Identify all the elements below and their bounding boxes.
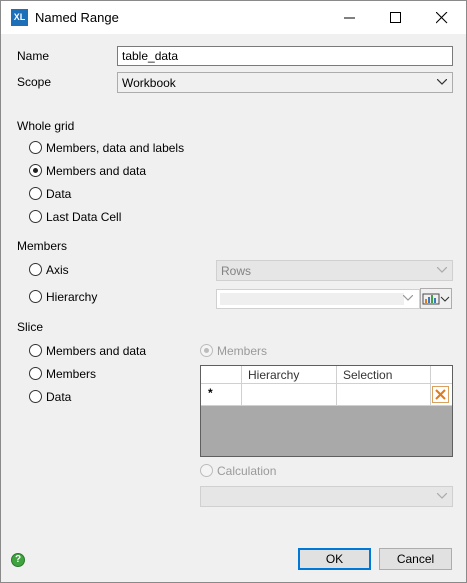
radio-last-data-cell-label[interactable]: Last Data Cell — [46, 210, 121, 224]
minimize-button[interactable] — [327, 1, 373, 34]
maximize-button[interactable] — [373, 1, 419, 34]
hierarchy-picker-button[interactable] — [420, 288, 452, 309]
radio-axis[interactable] — [29, 263, 42, 276]
scope-label: Scope — [17, 75, 52, 89]
cancel-button[interactable]: Cancel — [379, 548, 452, 570]
radio-data-label[interactable]: Data — [46, 187, 71, 201]
ok-button[interactable]: OK — [298, 548, 371, 570]
hierarchy-cell[interactable] — [242, 384, 337, 405]
name-input[interactable]: table_data — [117, 46, 453, 66]
delete-row-button[interactable] — [432, 386, 449, 403]
radio-members-data-labels-label[interactable]: Members, data and labels — [46, 141, 184, 155]
name-label: Name — [17, 49, 50, 63]
radio-slice-members[interactable] — [29, 367, 42, 380]
chevron-down-icon — [437, 79, 447, 85]
radio-hierarchy-label[interactable]: Hierarchy — [46, 290, 97, 304]
whole-grid-heading: Whole grid — [17, 119, 75, 133]
scope-value: Workbook — [122, 76, 176, 90]
delete-x-icon — [435, 389, 446, 400]
selection-cell[interactable] — [337, 384, 431, 405]
scope-dropdown[interactable]: Workbook — [117, 72, 453, 93]
members-selection-grid[interactable]: Hierarchy Selection * — [200, 365, 453, 457]
radio-members-selection-label[interactable]: Members — [217, 344, 267, 358]
radio-slice-members-and-data[interactable] — [29, 344, 42, 357]
calculation-dropdown[interactable] — [200, 486, 453, 507]
radio-calculation[interactable] — [200, 464, 213, 477]
hierarchy-dropdown[interactable] — [216, 289, 420, 309]
chevron-down-icon[interactable] — [403, 295, 413, 301]
radio-members-and-data-label[interactable]: Members and data — [46, 164, 146, 178]
minimize-icon — [344, 17, 355, 19]
radio-last-data-cell[interactable] — [29, 210, 42, 223]
radio-hierarchy[interactable] — [29, 290, 42, 303]
radio-slice-members-label[interactable]: Members — [46, 367, 96, 381]
excel-xl-icon: XL — [11, 9, 28, 26]
radio-slice-members-and-data-label[interactable]: Members and data — [46, 344, 146, 358]
new-row-marker: * — [201, 384, 242, 405]
radio-members-selection[interactable] — [200, 344, 213, 357]
close-button[interactable] — [419, 1, 465, 34]
members-heading: Members — [17, 239, 68, 253]
table-row[interactable]: * — [201, 384, 452, 406]
title-bar: XL Named Range — [1, 1, 466, 34]
radio-data[interactable] — [29, 187, 42, 200]
grid-row-header-cell — [201, 366, 242, 383]
maximize-icon — [390, 12, 401, 23]
axis-dropdown[interactable]: Rows — [216, 260, 453, 281]
close-icon — [436, 12, 448, 24]
hierarchy-value — [220, 293, 404, 305]
hierarchy-chart-icon — [422, 293, 450, 305]
chevron-down-icon — [437, 493, 447, 499]
radio-calculation-label[interactable]: Calculation — [217, 464, 276, 478]
column-header-hierarchy[interactable]: Hierarchy — [242, 366, 337, 383]
grid-header: Hierarchy Selection — [201, 366, 452, 384]
chevron-down-icon — [437, 267, 447, 273]
radio-axis-label[interactable]: Axis — [46, 263, 69, 277]
radio-slice-data-label[interactable]: Data — [46, 390, 71, 404]
axis-value: Rows — [221, 264, 252, 278]
slice-heading: Slice — [17, 320, 44, 334]
radio-members-data-labels[interactable] — [29, 141, 42, 154]
radio-slice-data[interactable] — [29, 390, 42, 403]
named-range-dialog: XL Named Range Name table_data Scope Wor… — [0, 0, 467, 583]
window-title: Named Range — [35, 10, 119, 25]
radio-members-and-data[interactable] — [29, 164, 42, 177]
help-icon[interactable]: ? — [11, 553, 25, 567]
column-header-selection[interactable]: Selection — [337, 366, 431, 383]
